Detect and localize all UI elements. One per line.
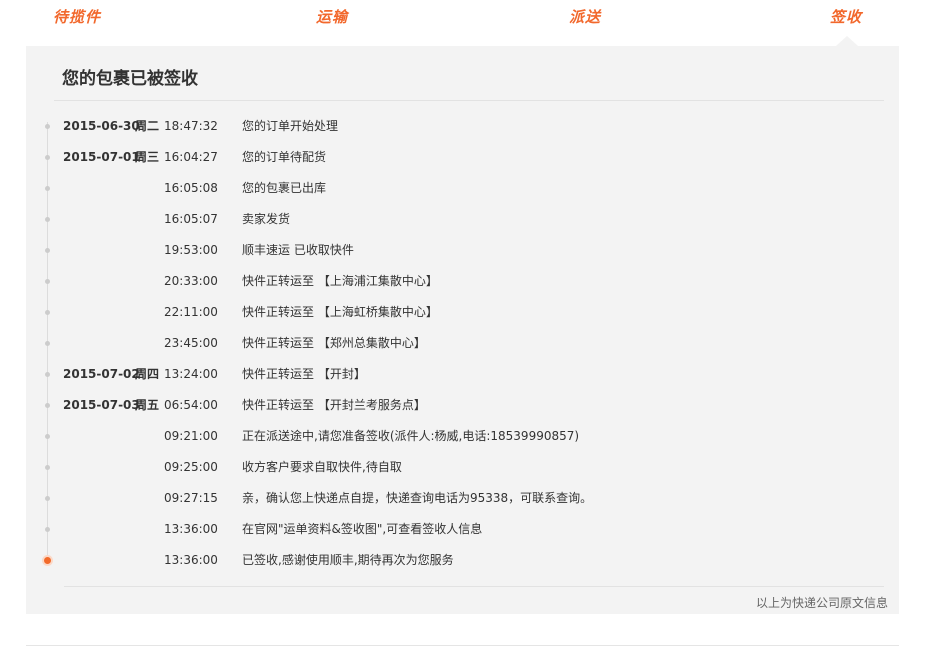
event-date: 2015-07-03 [63, 398, 140, 412]
step-pending-pickup: 待揽件 [53, 8, 102, 26]
event-description: 已签收,感谢使用顺丰,期待再次为您服务 [242, 553, 454, 567]
timeline-row: 16:05:07 卖家发货 [26, 204, 899, 235]
event-description: 您的订单开始处理 [242, 119, 339, 133]
timeline-row: 2015-07-03 周五 06:54:00 快件正转运至 【开封兰考服务点】 [26, 390, 899, 421]
timeline-row: 2015-07-02 周四 13:24:00 快件正转运至 【开封】 [26, 359, 899, 390]
event-time: 09:25:00 [164, 460, 218, 474]
event-time: 13:36:00 [164, 522, 218, 536]
timeline-dot-icon [45, 434, 50, 439]
step-in-transit: 运输 [316, 8, 349, 26]
timeline-dot-icon [45, 310, 50, 315]
timeline-dot-icon [45, 155, 50, 160]
timeline-dot-icon [45, 124, 50, 129]
title-divider [54, 100, 884, 101]
source-note: 以上为快递公司原文信息 [756, 596, 889, 610]
event-weekday: 周三 [135, 150, 160, 164]
event-description: 快件正转运至 【郑州总集散中心】 [242, 336, 426, 350]
event-description: 收方客户要求自取快件,待自取 [242, 460, 402, 474]
event-date: 2015-07-01 [63, 150, 140, 164]
timeline-row: 09:25:00 收方客户要求自取快件,待自取 [26, 452, 899, 483]
tracking-panel: 您的包裹已被签收 2015-06-30 周二 18:47:32 您的订单开始处理 201… [26, 46, 899, 614]
event-time: 09:21:00 [164, 429, 218, 443]
event-time: 16:04:27 [164, 150, 218, 164]
timeline-row: 13:36:00 已签收,感谢使用顺丰,期待再次为您服务 [26, 545, 899, 576]
event-description: 快件正转运至 【上海虹桥集散中心】 [242, 305, 438, 319]
event-time: 22:11:00 [164, 305, 218, 319]
timeline-row: 09:21:00 正在派送途中,请您准备签收(派件人:杨威,电话:18539990… [26, 421, 899, 452]
timeline-dot-icon [45, 403, 50, 408]
event-time: 13:36:00 [164, 553, 218, 567]
timeline-dot-icon [45, 465, 50, 470]
event-time: 09:27:15 [164, 491, 218, 505]
event-description: 快件正转运至 【开封】 [242, 367, 366, 381]
tracking-timeline: 2015-06-30 周二 18:47:32 您的订单开始处理 2015-07-01 周三… [26, 111, 899, 576]
event-description: 快件正转运至 【上海浦江集散中心】 [242, 274, 438, 288]
event-time: 13:24:00 [164, 367, 218, 381]
timeline-row: 09:27:15 亲，确认您上快递点自提，快递查询电话为95338，可联系查询。 [26, 483, 899, 514]
timeline-dot-icon [45, 372, 50, 377]
timeline-dot-icon [45, 217, 50, 222]
page-bottom-divider [26, 645, 899, 646]
timeline-row: 20:33:00 快件正转运至 【上海浦江集散中心】 [26, 266, 899, 297]
panel-title: 您的包裹已被签收 [62, 69, 198, 89]
event-time: 20:33:00 [164, 274, 218, 288]
timeline-dot-icon [45, 496, 50, 501]
timeline-row: 2015-07-01 周三 16:04:27 您的订单待配货 [26, 142, 899, 173]
event-weekday: 周二 [135, 119, 160, 133]
event-description: 您的订单待配货 [242, 150, 327, 164]
event-time: 23:45:00 [164, 336, 218, 350]
event-date: 2015-07-02 [63, 367, 140, 381]
timeline-row: 16:05:08 您的包裹已出库 [26, 173, 899, 204]
event-time: 16:05:07 [164, 212, 218, 226]
active-step-pointer-icon [836, 36, 858, 46]
event-time: 16:05:08 [164, 181, 218, 195]
timeline-dot-icon [45, 186, 50, 191]
event-time: 18:47:32 [164, 119, 218, 133]
progress-steps: 待揽件 运输 派送 签收 [0, 0, 925, 46]
event-time: 06:54:00 [164, 398, 218, 412]
event-weekday: 周四 [135, 367, 160, 381]
timeline-row: 19:53:00 顺丰速运 已收取快件 [26, 235, 899, 266]
event-description: 正在派送途中,请您准备签收(派件人:杨威,电话:18539990857) [242, 429, 580, 443]
event-description: 在官网"运单资料&签收图",可查看签收人信息 [242, 522, 483, 536]
event-date: 2015-06-30 [63, 119, 140, 133]
event-description: 您的包裹已出库 [242, 181, 327, 195]
event-description: 亲，确认您上快递点自提，快递查询电话为95338，可联系查询。 [242, 491, 593, 505]
event-weekday: 周五 [135, 398, 160, 412]
step-delivering: 派送 [569, 8, 602, 26]
bottom-divider [64, 586, 884, 587]
timeline-row: 22:11:00 快件正转运至 【上海虹桥集散中心】 [26, 297, 899, 328]
timeline-dot-icon [45, 527, 50, 532]
timeline-dot-icon [45, 248, 50, 253]
timeline-dot-icon [44, 557, 51, 564]
event-description: 快件正转运至 【开封兰考服务点】 [242, 398, 426, 412]
event-description: 卖家发货 [242, 212, 291, 226]
timeline-row: 23:45:00 快件正转运至 【郑州总集散中心】 [26, 328, 899, 359]
timeline-dot-icon [45, 279, 50, 284]
event-description: 顺丰速运 已收取快件 [242, 243, 354, 257]
step-signed: 签收 [830, 8, 863, 26]
timeline-row: 2015-06-30 周二 18:47:32 您的订单开始处理 [26, 111, 899, 142]
event-time: 19:53:00 [164, 243, 218, 257]
timeline-row: 13:36:00 在官网"运单资料&签收图",可查看签收人信息 [26, 514, 899, 545]
timeline-dot-icon [45, 341, 50, 346]
